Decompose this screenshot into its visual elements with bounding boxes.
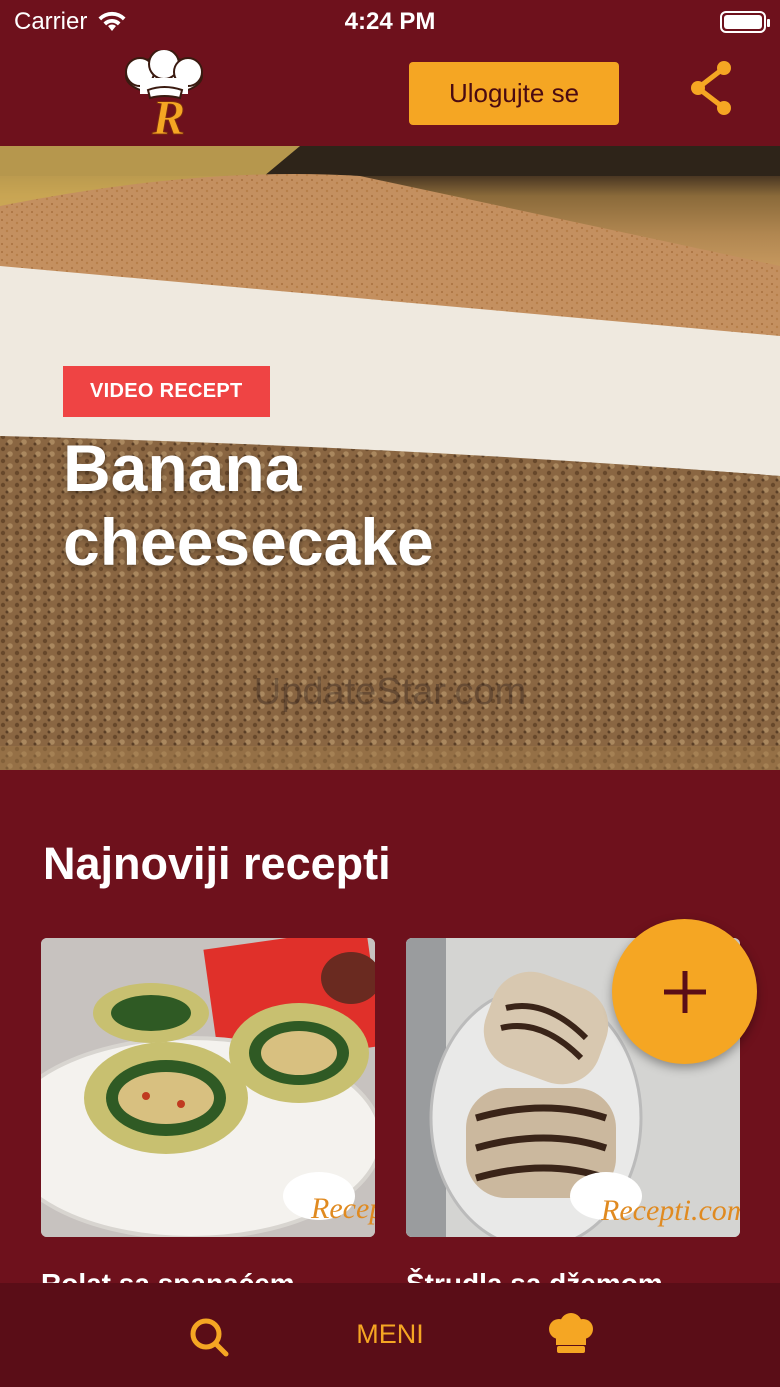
battery-icon <box>720 11 770 33</box>
carrier-label: Carrier <box>14 8 88 35</box>
status-bar: Carrier 4:24 PM <box>0 0 780 44</box>
wifi-icon <box>98 11 126 31</box>
share-icon[interactable] <box>688 58 736 118</box>
app-header: R Ulogujte se <box>0 44 780 146</box>
status-left: Carrier <box>14 8 127 36</box>
login-button[interactable]: Ulogujte se <box>409 62 619 125</box>
card-watermark: Recepti.com <box>600 1194 740 1227</box>
svg-text:R: R <box>151 89 185 138</box>
section-title: Najnoviji recepti <box>43 838 391 889</box>
search-icon[interactable] <box>188 1316 230 1358</box>
add-recipe-button[interactable] <box>612 919 757 1064</box>
plus-icon <box>663 970 706 1013</box>
hero-title[interactable]: Banana cheesecake <box>63 431 583 579</box>
video-recipe-badge: VIDEO RECEPT <box>63 366 270 417</box>
menu-button[interactable]: MENI <box>330 1319 450 1350</box>
recipe-card[interactable]: Recepti.com <box>41 938 375 1237</box>
chef-hat-r-logo[interactable]: R <box>118 50 210 138</box>
hero-banner[interactable]: VIDEO RECEPT Banana cheesecake UpdateSta… <box>0 146 780 770</box>
bottom-nav: MENI <box>0 1283 780 1387</box>
chef-hat-icon[interactable] <box>547 1313 595 1357</box>
watermark: UpdateStar.com <box>253 671 527 713</box>
card-watermark: Recepti.com <box>310 1192 375 1225</box>
spinach-roll-image: Recepti.com <box>41 938 375 1237</box>
